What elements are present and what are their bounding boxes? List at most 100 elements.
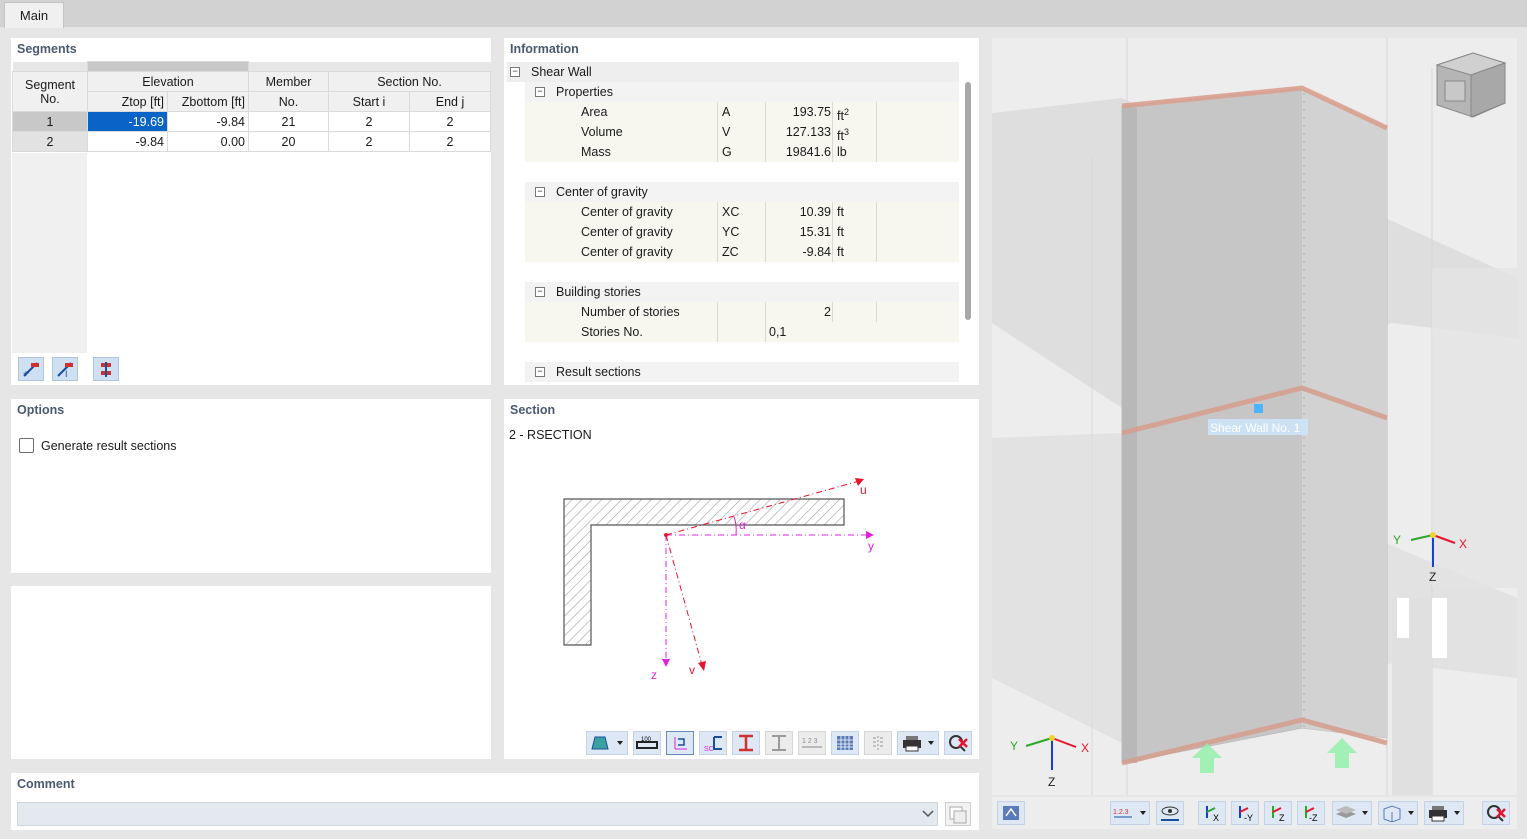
- tree-item-cog-z: Center of gravity ZC -9.84 ft: [525, 242, 959, 262]
- section-outline-button[interactable]: [765, 731, 793, 755]
- svg-text:+: +: [23, 369, 29, 378]
- tree-item-stories-no: Stories No. 0,1: [525, 322, 959, 342]
- zoom-reset-button[interactable]: [1482, 801, 1510, 825]
- view-toolbar: 1.2.3 X -Y Z -Z: [992, 797, 1517, 829]
- printer-icon: [1429, 806, 1460, 822]
- information-scrollbar[interactable]: [965, 82, 971, 320]
- numbering-icon: 1 2 3: [802, 738, 822, 748]
- tree-group-properties[interactable]: − Properties: [525, 82, 959, 102]
- svg-text:X: X: [1459, 537, 1467, 551]
- tree-group-center-of-gravity[interactable]: − Center of gravity: [525, 182, 959, 202]
- cell-zbottom[interactable]: 0.00: [167, 131, 249, 152]
- tab-main[interactable]: Main: [4, 2, 64, 28]
- tree-group-result-sections[interactable]: − Result sections: [525, 362, 959, 382]
- view-x-icon: X: [1206, 806, 1219, 822]
- i-section-icon: [739, 734, 753, 752]
- split-segment-button[interactable]: I: [52, 357, 78, 381]
- collapse-icon[interactable]: −: [535, 287, 545, 297]
- close-section-button[interactable]: [944, 731, 972, 755]
- cell-end[interactable]: 2: [409, 131, 491, 152]
- col-header-member-no: No.: [248, 91, 329, 112]
- stress-points-button[interactable]: [864, 731, 892, 755]
- generate-result-sections-label: Generate result sections: [41, 439, 177, 453]
- comment-input[interactable]: [17, 802, 938, 826]
- col-header-section-no: Section No.: [328, 71, 491, 92]
- zoom-reset-icon: [1487, 805, 1506, 822]
- section-drawing: u y z v α: [563, 478, 874, 682]
- numbering-dropdown[interactable]: 1.2.3: [1110, 801, 1150, 825]
- axes-button[interactable]: [666, 731, 694, 755]
- collapse-icon[interactable]: −: [510, 67, 520, 77]
- split-row-icon: I: [57, 362, 73, 378]
- tree-root-shear-wall[interactable]: − Shear Wall: [507, 62, 959, 82]
- cell-member[interactable]: 21: [248, 111, 329, 132]
- shear-center-button[interactable]: SC: [699, 731, 727, 755]
- cell-ztop[interactable]: -19.69: [87, 111, 168, 132]
- row-number[interactable]: 2: [12, 131, 88, 152]
- options-panel: Options: [11, 399, 491, 573]
- view-neg-y-button[interactable]: -Y: [1231, 801, 1259, 825]
- view-mode-icon: [1003, 806, 1019, 820]
- mesh-button[interactable]: [831, 731, 859, 755]
- section-shape-button[interactable]: [732, 731, 760, 755]
- svg-text:1.2.3: 1.2.3: [1113, 809, 1129, 816]
- view-neg-y-icon: -Y: [1239, 806, 1253, 822]
- v-axis-label: v: [689, 663, 695, 677]
- print-dropdown[interactable]: [897, 731, 939, 755]
- model-render: Shear Wall No. 1 X Y Z X Y Z: [992, 38, 1517, 795]
- zoom-reset-icon: [949, 735, 968, 752]
- svg-text:Z: Z: [1279, 813, 1285, 822]
- print-3d-dropdown[interactable]: [1424, 801, 1464, 825]
- delete-row-icon: [101, 362, 111, 377]
- svg-text:Z: Z: [1048, 775, 1055, 789]
- section-view-dropdown[interactable]: [586, 731, 628, 755]
- chevron-down-icon[interactable]: [922, 808, 934, 822]
- segments-row-header-column: [12, 153, 87, 353]
- generate-result-sections-checkbox[interactable]: [19, 438, 34, 453]
- cell-zbottom[interactable]: -9.84: [167, 111, 249, 132]
- insert-segment-button[interactable]: +: [18, 357, 44, 381]
- view-neg-z-button[interactable]: -Z: [1297, 801, 1325, 825]
- dimension-button[interactable]: 100: [633, 731, 661, 755]
- model-3d-view[interactable]: Shear Wall No. 1 X Y Z X Y Z: [992, 38, 1517, 795]
- cell-end[interactable]: 2: [409, 111, 491, 132]
- table-row[interactable]: 2 -9.84 0.00 20 2 2: [12, 131, 491, 152]
- information-title: Information: [510, 42, 579, 56]
- view-neg-z-icon: -Z: [1305, 806, 1318, 822]
- svg-text:1 2 3: 1 2 3: [802, 738, 818, 745]
- collapse-icon[interactable]: −: [535, 367, 545, 377]
- svg-text:X: X: [1213, 813, 1219, 822]
- table-row[interactable]: 1 -19.69 -9.84 21 2 2: [12, 111, 491, 132]
- col-header-zbottom: Zbottom [ft]: [167, 91, 249, 112]
- tree-group-building-stories[interactable]: − Building stories: [525, 282, 959, 302]
- z-axis-label: z: [651, 668, 657, 682]
- view-x-button[interactable]: X: [1198, 801, 1226, 825]
- delete-segment-button[interactable]: [93, 357, 119, 381]
- cell-member[interactable]: 20: [248, 131, 329, 152]
- numbering-button[interactable]: 1 2 3: [798, 731, 826, 755]
- svg-text:I: I: [65, 369, 68, 378]
- rendering-dropdown[interactable]: [1378, 801, 1418, 825]
- view-mode-button[interactable]: [997, 801, 1025, 825]
- numbering-icon: 1.2.3: [1113, 809, 1146, 818]
- col-header-elevation: Elevation: [87, 71, 249, 92]
- grid-icon: [837, 736, 853, 750]
- view-cube-icon: [1435, 52, 1507, 118]
- tree-item-mass: Mass G 19841.6 lb: [525, 142, 959, 162]
- cell-ztop[interactable]: -9.84: [87, 131, 168, 152]
- comment-library-button[interactable]: [945, 802, 971, 826]
- display-mode-dropdown[interactable]: [1332, 801, 1372, 825]
- cell-start[interactable]: 2: [328, 131, 410, 152]
- tree-item-area: Area A 193.75 ft2: [525, 102, 959, 123]
- printer-icon: [903, 736, 934, 752]
- visibility-button[interactable]: [1156, 801, 1184, 825]
- svg-text:X: X: [1081, 741, 1089, 755]
- segments-title: Segments: [17, 42, 77, 56]
- tree-item-cog-y: Center of gravity YC 15.31 ft: [525, 222, 959, 242]
- row-number[interactable]: 1: [12, 111, 88, 132]
- view-z-button[interactable]: Z: [1264, 801, 1292, 825]
- collapse-icon[interactable]: −: [535, 187, 545, 197]
- collapse-icon[interactable]: −: [535, 87, 545, 97]
- svg-text:-Y: -Y: [1244, 813, 1253, 822]
- cell-start[interactable]: 2: [328, 111, 410, 132]
